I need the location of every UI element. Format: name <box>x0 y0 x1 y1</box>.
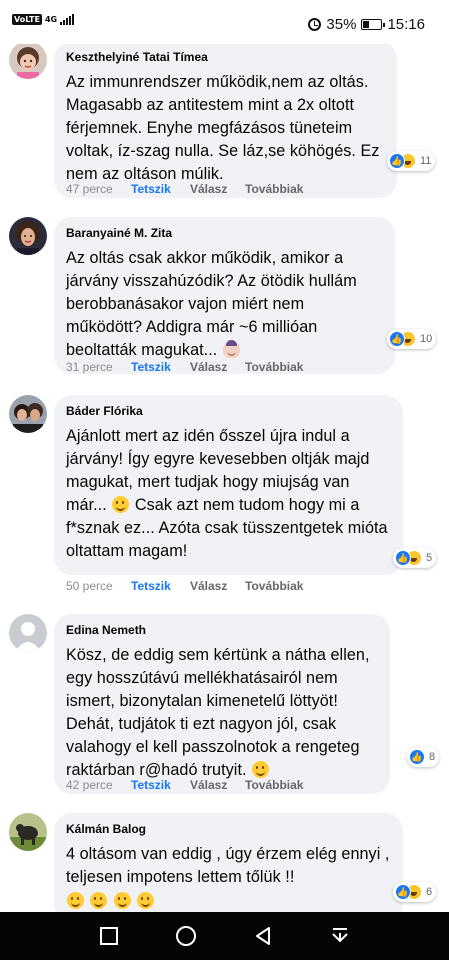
comment-text: Ajánlott mert az idén ősszel újra indul … <box>66 427 388 560</box>
avatar[interactable] <box>9 217 47 255</box>
triangle-back-icon <box>256 927 271 945</box>
comment-actions: 42 perce Tetszik Válasz Továbbiak <box>66 778 303 792</box>
reaction-count: 6 <box>426 886 433 898</box>
reply-button[interactable]: Válasz <box>190 778 245 792</box>
emoji-row <box>66 892 391 911</box>
like-button[interactable]: Tetszik <box>131 579 190 593</box>
comment-actions: 50 perce Tetszik Válasz Továbbiak <box>66 579 303 593</box>
comment-author[interactable]: Kálmán Balog <box>66 822 391 837</box>
smiling-emoji <box>90 892 108 909</box>
notification-pulldown-button[interactable] <box>327 923 353 949</box>
comment-text: Az immunrendszer működik,nem az oltás. M… <box>66 73 380 183</box>
home-button[interactable] <box>173 923 199 949</box>
comment-author[interactable]: Báder Flórika <box>66 404 391 419</box>
avatar[interactable] <box>9 395 47 433</box>
volte-badge: VoLTE <box>12 14 42 25</box>
avatar[interactable] <box>9 813 47 851</box>
woman-shrugging-emoji <box>222 340 240 358</box>
comment-actions: 31 perce Tetszik Válasz Továbbiak <box>66 360 303 374</box>
reaction-summary[interactable]: 👍 8 <box>407 747 440 767</box>
comment-actions: 47 perce Tetszik Válasz Továbbiak <box>66 182 303 196</box>
smiling-emoji <box>137 892 155 909</box>
more-button[interactable]: Továbbiak <box>245 579 303 593</box>
like-reaction-icon: 👍 <box>389 153 405 169</box>
comment-author[interactable]: Edina Nemeth <box>66 623 378 638</box>
status-bar: VoLTE 4G 35% 15:16 <box>0 0 449 44</box>
system-navigation-bar <box>0 912 449 960</box>
comment-author[interactable]: Keszthelyiné Tatai Tímea <box>66 50 385 65</box>
comment-text: Az oltás csak akkor működik, amikor a já… <box>66 249 357 359</box>
clock: 15:16 <box>387 16 425 33</box>
square-icon <box>99 927 118 945</box>
like-button[interactable]: Tetszik <box>131 182 190 196</box>
smiling-emoji <box>113 892 131 909</box>
comment-bubble[interactable]: Keszthelyiné Tatai Tímea Az immunrendsze… <box>54 41 397 198</box>
reply-button[interactable]: Válasz <box>190 182 245 196</box>
like-button[interactable]: Tetszik <box>131 778 190 792</box>
circle-icon <box>175 926 196 946</box>
reply-button[interactable]: Válasz <box>190 360 245 374</box>
comment-bubble[interactable]: Baranyainé M. Zita Az oltás csak akkor m… <box>54 217 395 374</box>
reaction-summary[interactable]: 👍 5 <box>393 548 437 568</box>
network-type: 4G <box>44 14 58 24</box>
more-button[interactable]: Továbbiak <box>245 182 303 196</box>
back-button[interactable] <box>250 923 276 949</box>
reply-button[interactable]: Válasz <box>190 579 245 593</box>
reaction-summary[interactable]: 👍 6 <box>393 882 437 902</box>
comment-time[interactable]: 42 perce <box>66 778 131 792</box>
reaction-count: 5 <box>426 552 433 564</box>
recent-apps-button[interactable] <box>96 923 122 949</box>
battery-percent: 35% <box>326 16 357 33</box>
more-button[interactable]: Továbbiak <box>245 778 303 792</box>
comment-text: 4 oltásom van eddig , úgy érzem elég enn… <box>66 845 390 886</box>
battery-icon <box>361 19 386 30</box>
comment-time[interactable]: 47 perce <box>66 182 131 196</box>
like-reaction-icon: 👍 <box>389 331 405 347</box>
avatar[interactable] <box>9 41 47 79</box>
reaction-count: 10 <box>420 333 433 345</box>
reaction-summary[interactable]: 👍 11 <box>387 151 436 171</box>
avatar[interactable] <box>9 614 47 652</box>
like-button[interactable]: Tetszik <box>131 360 190 374</box>
signal-group: VoLTE 4G <box>12 14 75 25</box>
comment-bubble[interactable]: Edina Nemeth Kösz, de eddig sem kértünk … <box>54 614 390 794</box>
comment-text: Kösz, de eddig sem kértünk a nátha ellen… <box>66 646 370 779</box>
smirking-emoji <box>252 761 270 778</box>
comment-author[interactable]: Baranyainé M. Zita <box>66 226 383 241</box>
like-reaction-icon: 👍 <box>409 749 425 765</box>
comment-time[interactable]: 31 perce <box>66 360 131 374</box>
like-reaction-icon: 👍 <box>395 884 411 900</box>
comment-bubble[interactable]: Báder Flórika Ajánlott mert az idén őssz… <box>54 395 403 575</box>
status-right: 35% 15:16 <box>308 16 425 33</box>
reaction-summary[interactable]: 👍 10 <box>387 329 437 349</box>
signal-icon <box>60 14 75 25</box>
like-reaction-icon: 👍 <box>395 550 411 566</box>
alarm-icon <box>308 18 322 31</box>
smiling-emoji <box>112 496 130 513</box>
reaction-count: 11 <box>420 155 432 167</box>
comment-time[interactable]: 50 perce <box>66 579 131 593</box>
pulldown-arrow-icon <box>332 928 349 943</box>
smiling-emoji <box>67 892 84 909</box>
comment-bubble[interactable]: Kálmán Balog 4 oltásom van eddig , úgy é… <box>54 813 403 921</box>
reaction-count: 8 <box>429 751 436 763</box>
more-button[interactable]: Továbbiak <box>245 360 303 374</box>
